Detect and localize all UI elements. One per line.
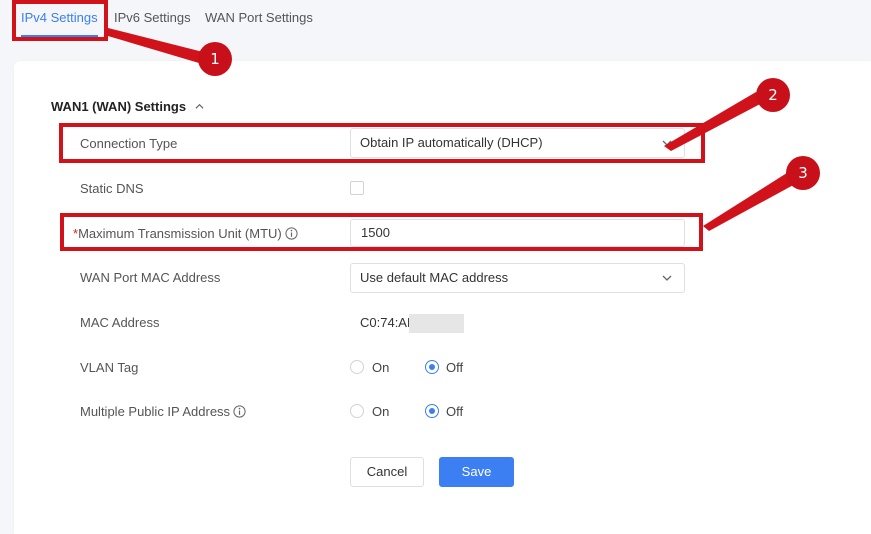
- wan-mac-select[interactable]: Use default MAC address: [350, 263, 685, 293]
- multi-public-ip-off-label[interactable]: Off: [446, 404, 463, 420]
- wan-mac-label: WAN Port MAC Address: [80, 270, 221, 285]
- info-icon[interactable]: [285, 227, 298, 240]
- tab-bar: IPv4 Settings IPv6 Settings WAN Port Set…: [0, 0, 871, 48]
- multi-public-ip-label-text: Multiple Public IP Address: [80, 404, 231, 419]
- tab-ipv6-settings[interactable]: IPv6 Settings: [114, 9, 191, 37]
- connection-type-value: Obtain IP automatically (DHCP): [360, 135, 543, 150]
- static-dns-checkbox[interactable]: [350, 181, 364, 195]
- chevron-down-icon: [662, 140, 672, 146]
- save-button[interactable]: Save: [439, 457, 514, 487]
- connection-type-select[interactable]: Obtain IP automatically (DHCP): [350, 128, 685, 158]
- info-icon[interactable]: [233, 405, 246, 418]
- mtu-label-text: Maximum Transmission Unit (MTU): [78, 226, 282, 241]
- mac-address-label: MAC Address: [80, 315, 160, 330]
- vlan-tag-off-radio[interactable]: [425, 360, 439, 374]
- multi-public-ip-on-label[interactable]: On: [372, 404, 389, 420]
- tab-wan-port-settings[interactable]: WAN Port Settings: [205, 9, 313, 37]
- wan-mac-value: Use default MAC address: [360, 270, 509, 285]
- annotation-badge-1: 1: [198, 42, 232, 76]
- vlan-tag-label: VLAN Tag: [80, 360, 139, 375]
- vlan-tag-off-label[interactable]: Off: [446, 360, 463, 376]
- section-title: WAN1 (WAN) Settings: [51, 99, 187, 114]
- chevron-down-icon: [662, 275, 672, 281]
- annotation-badge-2: 2: [756, 78, 790, 112]
- static-dns-label: Static DNS: [80, 181, 144, 196]
- mtu-input[interactable]: 1500: [350, 219, 685, 247]
- multi-public-ip-label: Multiple Public IP Address: [80, 404, 246, 420]
- mac-address-redaction: [409, 314, 464, 333]
- connection-type-label: Connection Type: [80, 136, 178, 151]
- vlan-tag-on-radio[interactable]: [350, 360, 364, 374]
- cancel-button[interactable]: Cancel: [350, 457, 424, 487]
- chevron-up-icon[interactable]: [195, 102, 204, 111]
- multi-public-ip-on-radio[interactable]: [350, 404, 364, 418]
- mtu-label: *Maximum Transmission Unit (MTU): [73, 226, 298, 242]
- multi-public-ip-off-radio[interactable]: [425, 404, 439, 418]
- vlan-tag-on-label[interactable]: On: [372, 360, 389, 376]
- tab-ipv4-settings[interactable]: IPv4 Settings: [21, 9, 98, 37]
- annotation-badge-3: 3: [786, 156, 820, 190]
